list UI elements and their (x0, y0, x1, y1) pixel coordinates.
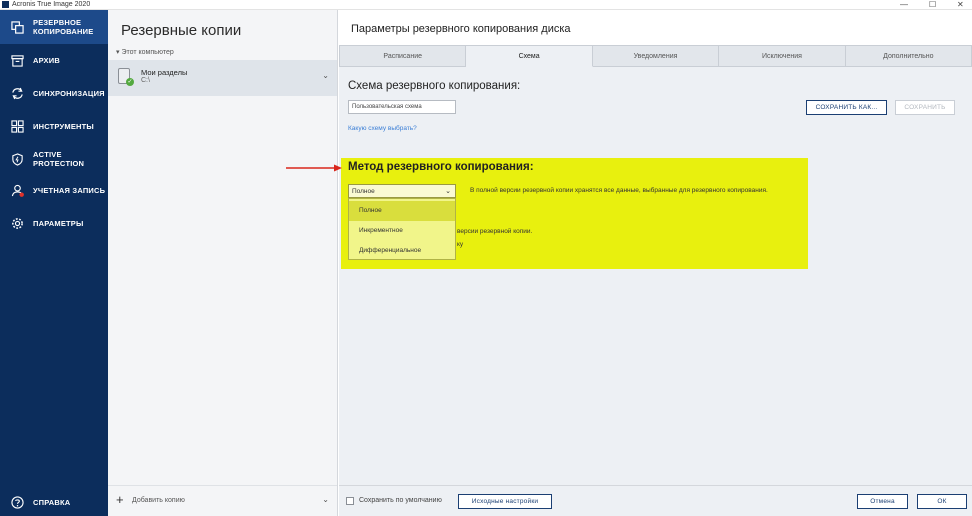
backup-target: C:\ (141, 77, 150, 84)
method-value: Полное (352, 188, 375, 195)
method-heading: Метод резервного копирования: (348, 161, 534, 173)
nav-label: СПРАВКА (33, 497, 71, 507)
settings-tabs: Расписание Схема Уведомления Исключения … (339, 45, 972, 67)
tab-notifications[interactable]: Уведомления (592, 45, 720, 67)
backups-panel: Резервные копии ▾ Этот компьютер ✓ Мои р… (108, 10, 338, 516)
scheme-heading: Схема резервного копирования: (348, 80, 521, 92)
add-backup-button[interactable]: + Добавить копию ⌄ (108, 485, 337, 515)
save-default-label: Сохранить по умолчанию (359, 497, 442, 504)
save-button[interactable]: СОХРАНИТЬ (895, 100, 955, 115)
window-title: Acronis True Image 2020 (12, 1, 91, 8)
panel-title: Резервные копии (121, 22, 242, 39)
app-logo-icon (2, 1, 9, 8)
method-description: В полной версии резервной копии хранятся… (470, 187, 768, 194)
plus-icon: + (116, 492, 124, 507)
save-default-checkbox[interactable] (346, 497, 354, 505)
nav-item-tools[interactable]: ИНСТРУМЕНТЫ (0, 116, 108, 136)
settings-title: Параметры резервного копирования диска (351, 23, 571, 35)
collapse-arrow-icon: ▾ (116, 49, 120, 56)
nav-item-active-protection[interactable]: ACTIVE PROTECTION (0, 147, 108, 171)
tools-grid-icon (10, 119, 24, 133)
close-button[interactable]: ✕ (957, 0, 964, 10)
footer-bar: Сохранить по умолчанию Исходные настройк… (339, 485, 972, 516)
defaults-button[interactable]: Исходные настройки (458, 494, 552, 509)
user-icon (10, 183, 24, 197)
main-navigation: РЕЗЕРВНОЕ КОПИРОВАНИЕ АРХИВ СИНХРОНИЗАЦИ… (0, 10, 108, 516)
method-option-full[interactable]: Полное (349, 201, 455, 221)
add-backup-label: Добавить копию (132, 497, 185, 504)
tab-exclusions[interactable]: Исключения (719, 45, 846, 67)
method-description-fragment: ку (457, 241, 464, 248)
nav-label: АРХИВ (33, 55, 60, 65)
scheme-select[interactable]: Пользовательская схема (348, 100, 456, 114)
nav-item-account[interactable]: УЧЕТНАЯ ЗАПИСЬ (0, 180, 108, 200)
nav-label: ИНСТРУМЕНТЫ (33, 121, 94, 131)
nav-item-backup[interactable]: РЕЗЕРВНОЕ КОПИРОВАНИЕ (0, 10, 108, 44)
backup-copies-icon (10, 20, 24, 34)
minimize-button[interactable]: — (900, 0, 908, 10)
nav-item-sync[interactable]: СИНХРОНИЗАЦИЯ (0, 83, 108, 103)
nav-label: РЕЗЕРВНОЕ КОПИРОВАНИЕ (33, 18, 94, 36)
tab-scheme[interactable]: Схема (466, 45, 593, 67)
nav-item-settings[interactable]: ПАРАМЕТРЫ (0, 213, 108, 233)
cancel-button[interactable]: Отмена (857, 494, 908, 509)
sync-icon (10, 86, 24, 100)
nav-label: УЧЕТНАЯ ЗАПИСЬ (33, 185, 106, 195)
help-icon (10, 495, 24, 509)
ok-button[interactable]: ОК (917, 494, 967, 509)
tab-schedule[interactable]: Расписание (339, 45, 467, 67)
settings-header: Параметры резервного копирования диска (339, 10, 972, 45)
backup-settings-panel: Параметры резервного копирования диска Р… (339, 10, 972, 516)
which-scheme-link[interactable]: Какую схему выбрать? (348, 125, 417, 132)
method-option-incremental[interactable]: Инкрементное (349, 221, 455, 241)
chevron-down-icon[interactable]: ⌄ (322, 71, 329, 80)
chevron-down-icon: ⌄ (445, 188, 451, 195)
gear-icon (10, 216, 24, 230)
status-ok-icon: ✓ (126, 78, 134, 86)
shield-icon (10, 152, 24, 166)
method-description-fragment: версии резервной копии. (457, 228, 533, 235)
nav-label: СИНХРОНИЗАЦИЯ (33, 88, 105, 98)
backup-name: Мои разделы (141, 68, 188, 77)
nav-item-archive[interactable]: АРХИВ (0, 50, 108, 70)
nav-label: ACTIVE PROTECTION (33, 150, 85, 168)
archive-icon (10, 53, 24, 67)
maximize-button[interactable]: ☐ (929, 0, 936, 10)
window-titlebar: Acronis True Image 2020 — ☐ ✕ (0, 0, 972, 10)
nav-item-help[interactable]: СПРАВКА (0, 492, 108, 512)
chevron-down-icon[interactable]: ⌄ (322, 495, 329, 504)
method-option-differential[interactable]: Дифференциальное (349, 241, 455, 261)
method-select[interactable]: Полное ⌄ (348, 184, 456, 198)
red-arrow-annotation (286, 164, 342, 172)
nav-label: ПАРАМЕТРЫ (33, 218, 84, 228)
tab-advanced[interactable]: Дополнительно (845, 45, 972, 67)
group-header[interactable]: ▾ Этот компьютер (116, 48, 174, 56)
save-as-button[interactable]: СОХРАНИТЬ КАК... (806, 100, 887, 115)
backup-list-item[interactable]: ✓ Мои разделы C:\ ⌄ (108, 60, 337, 96)
method-dropdown-list: Полное Инкрементное Дифференциальное (348, 198, 456, 260)
group-label: Этот компьютер (121, 49, 174, 56)
